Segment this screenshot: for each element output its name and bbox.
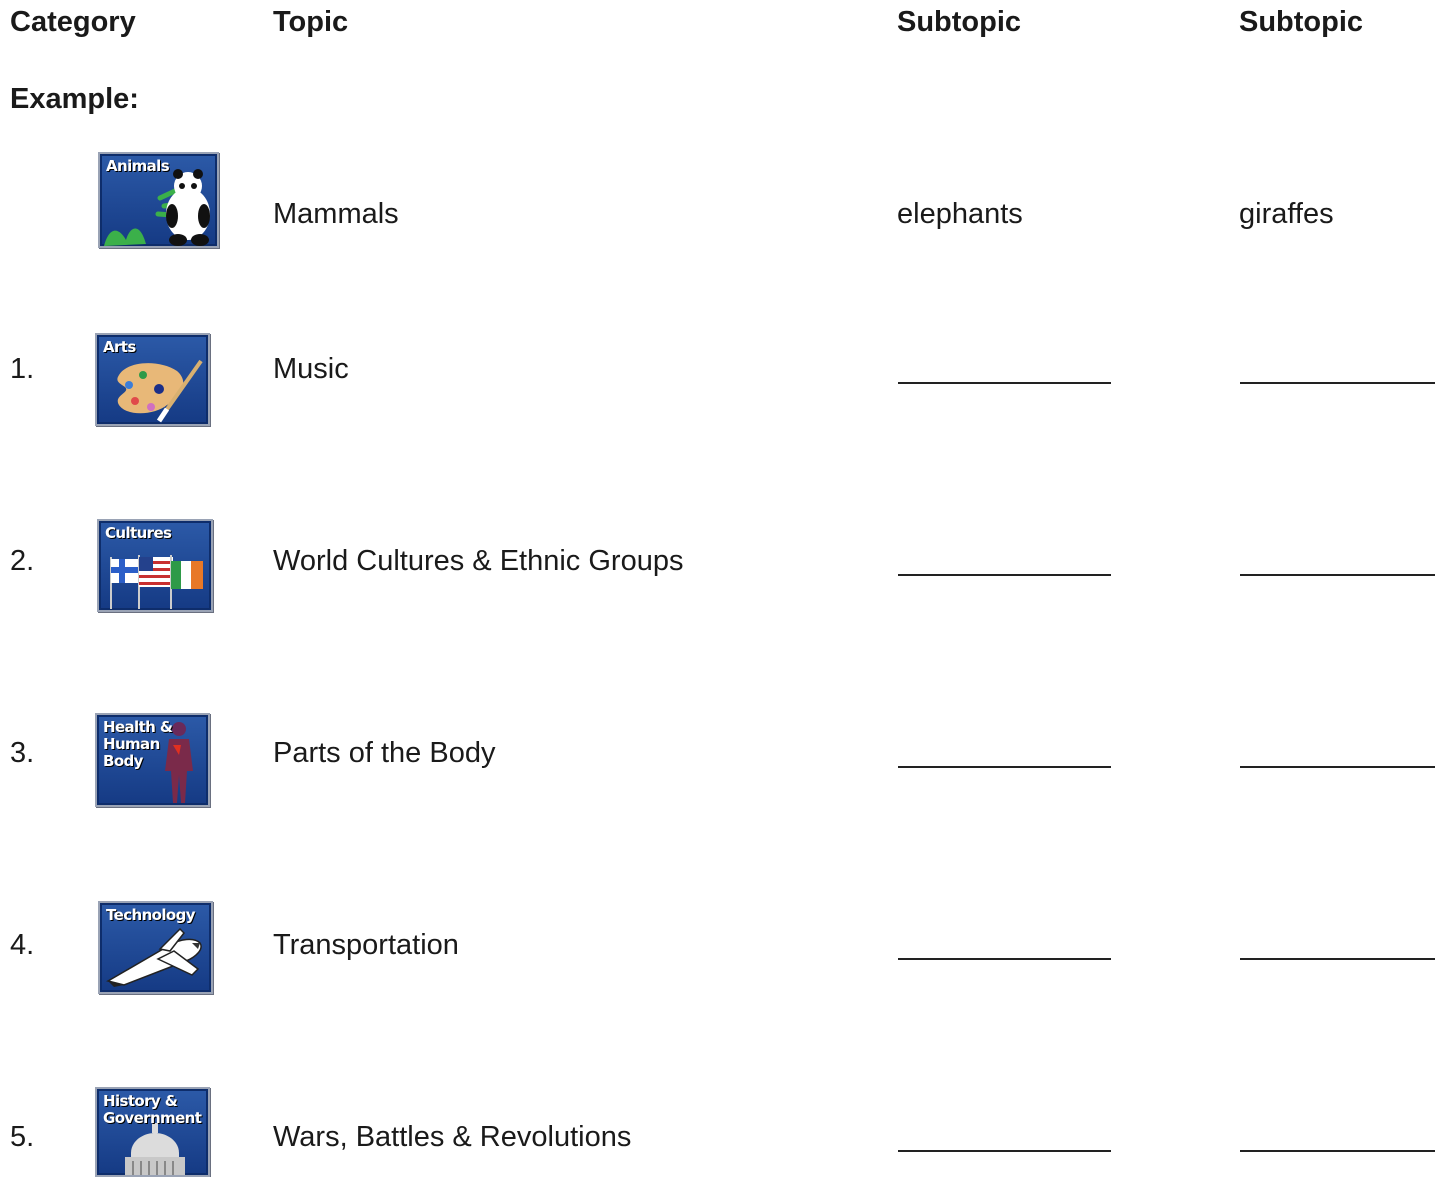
row-number: 1.	[10, 353, 35, 385]
row-number: 3.	[10, 737, 35, 769]
icon-label: Technology	[106, 906, 196, 924]
history-government-icon[interactable]: History & Government	[95, 1087, 210, 1177]
arts-icon[interactable]: Arts	[95, 333, 210, 426]
subtopic-1-blank[interactable]	[898, 958, 1111, 960]
header-topic: Topic	[273, 6, 349, 38]
subtopic-2-blank[interactable]	[1240, 574, 1435, 576]
icon-label: Health & Human Body	[103, 718, 173, 770]
subtopic-1-blank[interactable]	[898, 574, 1111, 576]
cultures-icon[interactable]: Cultures	[97, 519, 213, 612]
subtopic-2-blank[interactable]	[1240, 382, 1435, 384]
subtopic-1-blank[interactable]	[898, 766, 1111, 768]
topic-text: Wars, Battles & Revolutions	[273, 1121, 632, 1153]
topic-text: World Cultures & Ethnic Groups	[273, 545, 684, 577]
subtopic-2-blank[interactable]	[1240, 1150, 1435, 1152]
subtopic-2-blank[interactable]	[1240, 958, 1435, 960]
topic-text: Music	[273, 353, 349, 385]
technology-icon[interactable]: Technology	[98, 901, 213, 994]
subtopic-1-blank[interactable]	[898, 382, 1111, 384]
health-human-body-icon[interactable]: Health & Human Body	[95, 713, 210, 807]
animals-icon[interactable]: Animals	[98, 152, 219, 248]
icon-label: Animals	[106, 157, 170, 175]
topic-text: Parts of the Body	[273, 737, 496, 769]
row-number: 4.	[10, 929, 35, 961]
header-category: Category	[10, 6, 136, 38]
subtopic-1-text: elephants	[897, 198, 1023, 230]
row-number: 2.	[10, 545, 35, 577]
subtopic-2-blank[interactable]	[1240, 766, 1435, 768]
icon-label: History & Government	[103, 1092, 202, 1127]
header-subtopic-2: Subtopic	[1239, 6, 1364, 38]
subtopic-2-text: giraffes	[1239, 198, 1334, 230]
icon-label: Arts	[103, 338, 136, 356]
header-subtopic-1: Subtopic	[897, 6, 1022, 38]
topic-text: Mammals	[273, 198, 399, 230]
subtopic-1-blank[interactable]	[898, 1150, 1111, 1152]
icon-label: Cultures	[105, 524, 172, 542]
topic-text: Transportation	[273, 929, 459, 961]
example-label: Example:	[10, 83, 139, 115]
row-number: 5.	[10, 1121, 35, 1153]
